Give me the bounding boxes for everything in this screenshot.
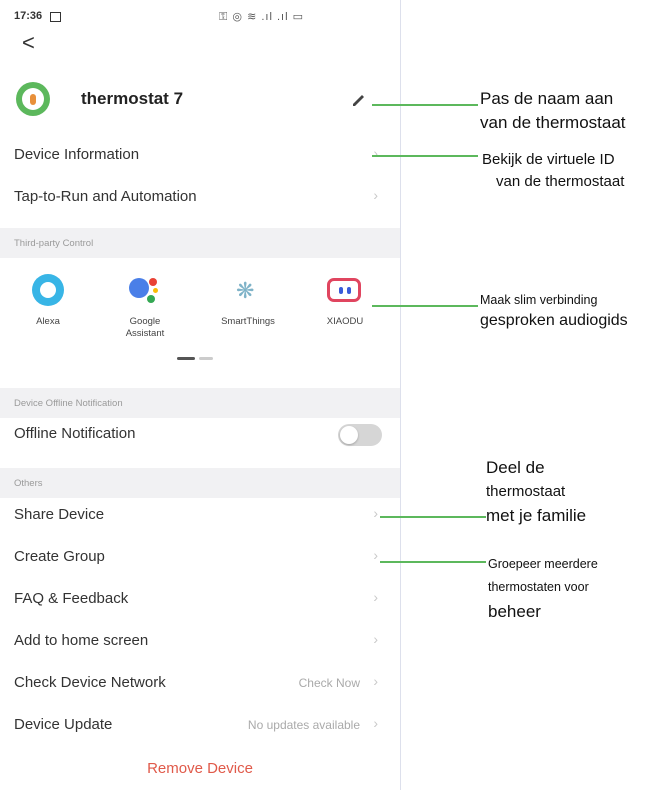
annotation-line: Groepeer meerdere	[488, 557, 598, 571]
callout-line-virtual-id	[372, 155, 478, 157]
xiaodu-logo-icon	[327, 272, 363, 308]
voice-assistants-carousel[interactable]: Alexa Google Assistant ❋ SmartThings XIA…	[0, 262, 400, 372]
device-update-row[interactable]: Device Update No updates available ›	[0, 704, 400, 746]
annotation-line: Bekijk de virtuele ID	[482, 151, 615, 168]
annotation-smart: Maak slim verbinding gesproken audiogids	[480, 290, 628, 332]
device-header: thermostat 7	[16, 82, 386, 116]
notification-icon	[50, 12, 61, 22]
callout-line-rename	[372, 104, 478, 106]
chevron-right-icon: ›	[373, 631, 378, 647]
assistant-xiaodu[interactable]: XIAODU	[305, 272, 385, 328]
assistant-name: Alexa	[36, 316, 60, 327]
assistant-name: Google Assistant	[125, 316, 165, 339]
device-name: thermostat 7	[81, 89, 184, 108]
annotation-line: van de thermostaat	[496, 173, 625, 190]
edit-pencil-icon[interactable]	[350, 90, 368, 108]
share-device-row[interactable]: Share Device ›	[0, 494, 400, 536]
section-header-third-party: Third-party Control	[0, 228, 400, 258]
status-bar: 17:36 ⚿ ◎ ≋ .ıl .ıl ▭	[14, 10, 386, 26]
annotation-line: thermostaat	[486, 483, 566, 500]
back-button[interactable]: <	[22, 30, 35, 56]
callout-line-share	[380, 516, 486, 518]
check-now-value: Check Now	[298, 676, 360, 690]
tap-to-run-row[interactable]: Tap-to-Run and Automation ›	[0, 176, 400, 218]
smartthings-logo-icon: ❋	[236, 278, 255, 303]
annotation-line: Pas de naam aan	[480, 89, 614, 108]
status-time: 17:36	[14, 10, 43, 22]
check-device-network-label: Check Device Network	[14, 674, 166, 691]
chevron-right-icon: ›	[373, 145, 378, 161]
device-information-row[interactable]: Device Information ›	[0, 134, 400, 176]
check-device-network-row[interactable]: Check Device Network Check Now ›	[0, 662, 400, 704]
assistant-name: XIAODU	[326, 316, 364, 327]
chevron-right-icon: ›	[373, 715, 378, 731]
chevron-right-icon: ›	[373, 187, 378, 203]
chevron-right-icon: ›	[373, 673, 378, 689]
section-title: Others	[14, 478, 43, 489]
callout-line-group	[380, 561, 486, 563]
assistant-smartthings[interactable]: ❋ SmartThings	[208, 272, 288, 328]
add-to-home-screen-row[interactable]: Add to home screen ›	[0, 620, 400, 662]
annotation-line: met je familie	[486, 506, 587, 525]
chevron-right-icon: ›	[373, 505, 378, 521]
device-update-label: Device Update	[14, 716, 113, 733]
device-information-label: Device Information	[14, 146, 140, 163]
offline-notification-label: Offline Notification	[14, 425, 136, 442]
phone-screen: 17:36 ⚿ ◎ ≋ .ıl .ıl ▭ < thermostat 7 Dev…	[0, 0, 401, 790]
section-title: Third-party Control	[14, 238, 94, 249]
annotation-line: van de thermostaat	[480, 113, 626, 132]
offline-notification-row: Offline Notification	[0, 413, 400, 455]
google-assistant-logo-icon	[127, 272, 163, 308]
assistant-google[interactable]: Google Assistant	[105, 272, 185, 340]
assistant-name: SmartThings	[221, 316, 275, 327]
section-title: Device Offline Notification	[14, 398, 123, 409]
annotation-line: thermostaten voor	[488, 580, 589, 594]
annotation-line: Maak slim verbinding	[480, 293, 598, 307]
system-status-icons: ⚿ ◎ ≋ .ıl .ıl ▭	[219, 11, 304, 23]
add-to-home-screen-label: Add to home screen	[14, 632, 149, 649]
chevron-right-icon: ›	[373, 589, 378, 605]
faq-feedback-row[interactable]: FAQ & Feedback ›	[0, 578, 400, 620]
annotation-group: Groepeer meerdere thermostaten voor behe…	[488, 553, 598, 625]
annotation-line: beheer	[488, 602, 541, 621]
faq-feedback-label: FAQ & Feedback	[14, 590, 129, 607]
update-status-value: No updates available	[247, 718, 360, 732]
annotation-line: gesproken audiogids	[480, 312, 628, 329]
offline-notification-toggle[interactable]	[338, 424, 382, 446]
carousel-page-indicator	[177, 357, 217, 360]
annotation-virtual-id: Bekijk de virtuele ID van de thermostaat	[482, 149, 624, 193]
tap-to-run-label: Tap-to-Run and Automation	[14, 188, 197, 205]
thermostat-device-icon	[16, 82, 50, 116]
annotation-share: Deel de thermostaat met je familie	[486, 456, 586, 528]
share-device-label: Share Device	[14, 506, 105, 523]
chevron-right-icon: ›	[373, 547, 378, 563]
alexa-logo-icon	[30, 272, 66, 308]
annotation-rename: Pas de naam aan van de thermostaat	[480, 87, 626, 135]
remove-device-button[interactable]: Remove Device	[0, 760, 400, 777]
annotation-line: Deel de	[486, 458, 545, 477]
create-group-row[interactable]: Create Group ›	[0, 536, 400, 578]
callout-line-smart	[372, 305, 478, 307]
create-group-label: Create Group	[14, 548, 105, 565]
assistant-alexa[interactable]: Alexa	[8, 272, 88, 328]
